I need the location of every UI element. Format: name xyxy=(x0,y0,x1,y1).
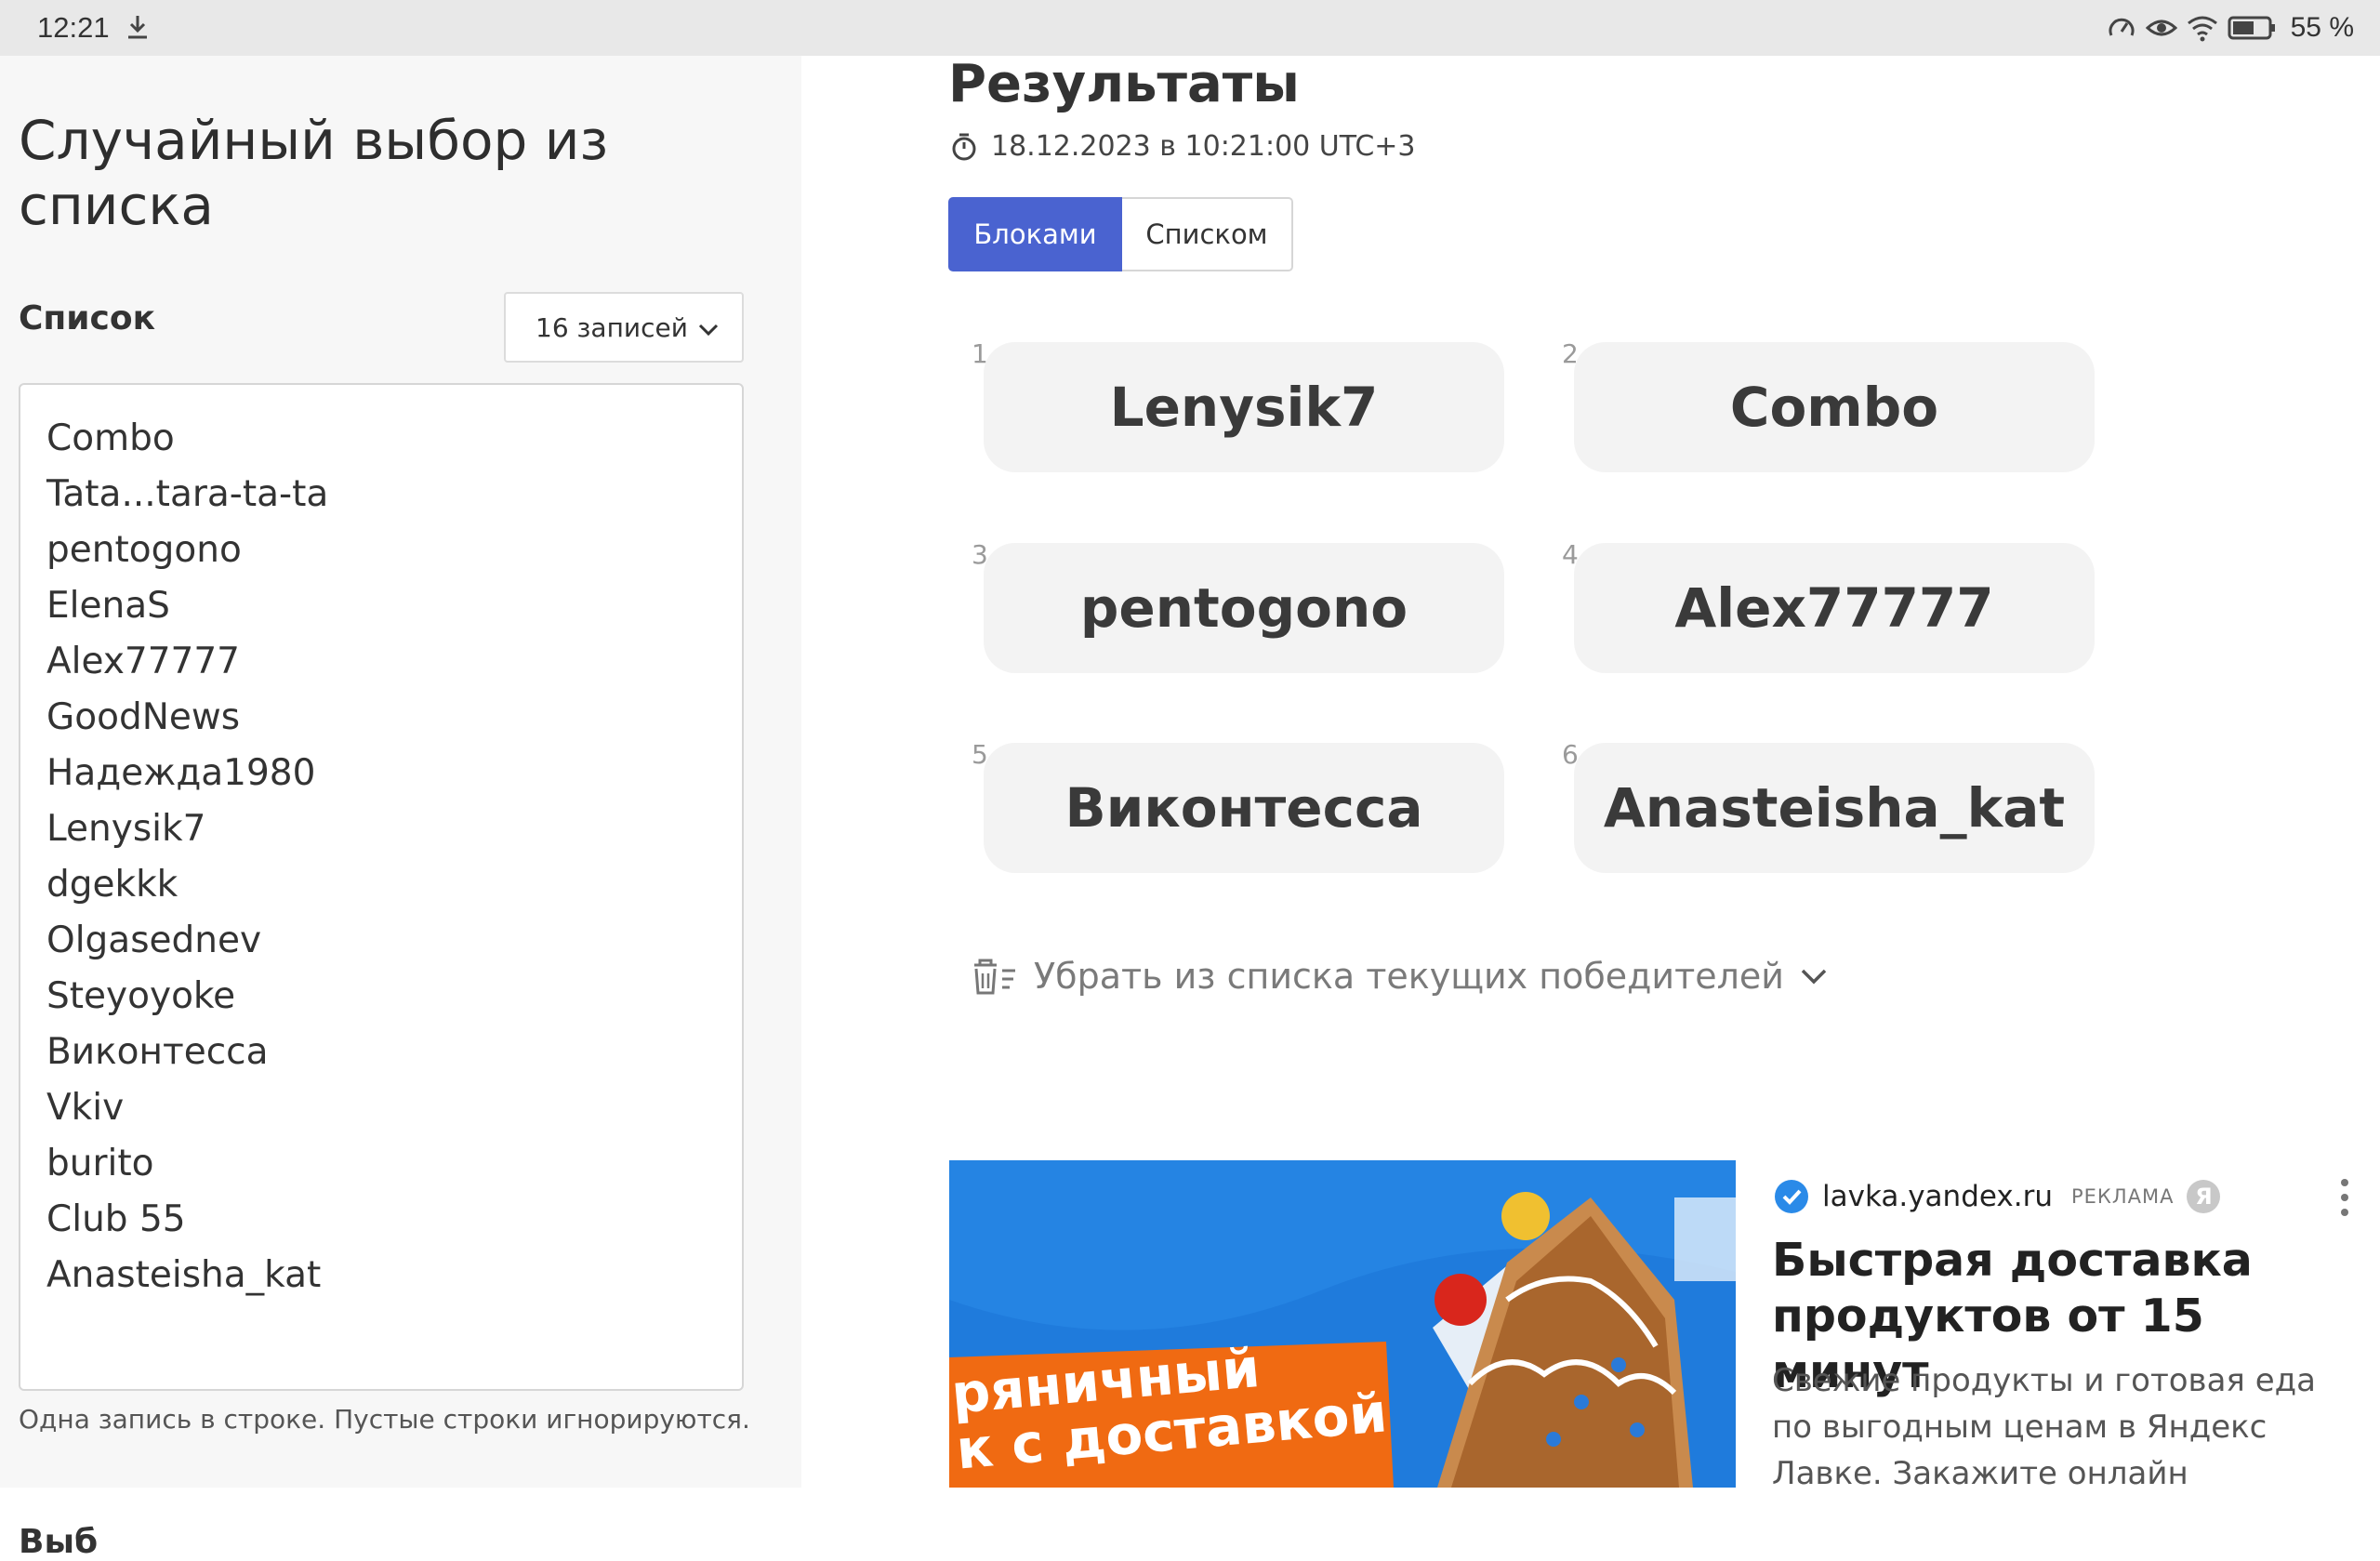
yandex-logo: Я xyxy=(2187,1180,2221,1213)
tab-blocks[interactable]: Блоками xyxy=(948,197,1122,271)
list-label: Список xyxy=(19,299,156,337)
more-options-icon[interactable] xyxy=(2334,1177,2356,1218)
winner-card: Lenysik7 xyxy=(984,342,1504,472)
trash-list-icon xyxy=(974,959,1015,995)
wifi-icon xyxy=(2187,16,2217,42)
battery-percent: 55 % xyxy=(2290,12,2354,43)
remove-winners-button[interactable]: Убрать из списка текущих победителей xyxy=(969,956,1829,997)
list-entry: Alex77777 xyxy=(46,641,240,682)
list-entry: GoodNews xyxy=(46,696,241,738)
winner-card: Alex77777 xyxy=(1574,543,2095,673)
winner-card: Виконтесса xyxy=(984,743,1504,873)
ad-description: Свежие продукты и готовая еда по выгодны… xyxy=(1772,1362,2316,1492)
status-bar: 12:21 55 % xyxy=(0,0,2380,56)
download-icon xyxy=(128,16,147,39)
ad-banner-image[interactable]: ряничный к с доставкой xyxy=(949,1160,1736,1488)
view-toggle: Блоками Списком xyxy=(948,197,1293,271)
list-entry: Steyoyoke xyxy=(46,975,236,1017)
input-panel: Случайный выбор из списка Список 16 запи… xyxy=(0,56,801,1561)
results-time-text: 18.12.2023 в 10:21:00 UTC+3 xyxy=(991,130,1416,163)
ad-source: lavka.yandex.ru РЕКЛАМА Я xyxy=(1774,1179,2221,1214)
list-entry: Надежда1980 xyxy=(46,752,316,794)
entries-textarea[interactable]: Combo Tata...tara-ta-ta pentogono ElenaS… xyxy=(19,383,744,1391)
list-entry: dgekkk xyxy=(46,864,178,906)
list-entry: Tata...tara-ta-ta xyxy=(46,473,329,515)
list-entry: Olgasednev xyxy=(46,919,262,961)
status-time: 12:21 xyxy=(37,11,110,44)
tab-list[interactable]: Списком xyxy=(1122,197,1293,271)
eye-icon xyxy=(2145,20,2177,36)
speed-icon xyxy=(2109,18,2135,36)
chevron-down-icon xyxy=(1801,969,1827,985)
list-entry: Виконтесса xyxy=(46,1031,269,1073)
list-entry: Club 55 xyxy=(46,1198,186,1240)
verified-badge-icon xyxy=(1775,1180,1808,1213)
ad-domain[interactable]: lavka.yandex.ru xyxy=(1822,1180,2053,1213)
list-entry: burito xyxy=(46,1143,154,1184)
winner-card: Anasteisha_kat xyxy=(1574,743,2095,873)
status-icons: 55 % xyxy=(2107,9,2354,46)
page-title: Случайный выбор из списка xyxy=(19,109,609,237)
list-entry: pentogono xyxy=(46,529,242,571)
battery-icon xyxy=(2228,16,2275,40)
results-timestamp: 18.12.2023 в 10:21:00 UTC+3 xyxy=(950,130,1416,163)
list-entry: Combo xyxy=(46,417,175,459)
winner-card: pentogono xyxy=(984,543,1504,673)
entries-count-dropdown[interactable]: 16 записей xyxy=(504,292,744,363)
list-entry: ElenaS xyxy=(46,585,170,627)
section-label-cutoff: Выб xyxy=(19,1523,99,1561)
entries-count-label: 16 записей xyxy=(536,311,688,343)
list-entry: Lenysik7 xyxy=(46,808,206,850)
ad-label: РЕКЛАМА xyxy=(2071,1185,2175,1208)
stopwatch-icon xyxy=(952,133,976,160)
list-entry: Anasteisha_kat xyxy=(46,1254,322,1296)
winner-card: Combo xyxy=(1574,342,2095,472)
list-entry: Vkiv xyxy=(46,1087,125,1129)
list-hint: Одна запись в строке. Пустые строки игно… xyxy=(19,1404,750,1435)
remove-winners-label: Убрать из списка текущих победителей xyxy=(1034,956,1784,997)
ad-info[interactable]: lavka.yandex.ru РЕКЛАМА Я Быстрая достав… xyxy=(1737,1160,2380,1492)
results-title: Результаты xyxy=(948,54,1300,114)
chevron-down-icon xyxy=(698,324,719,337)
